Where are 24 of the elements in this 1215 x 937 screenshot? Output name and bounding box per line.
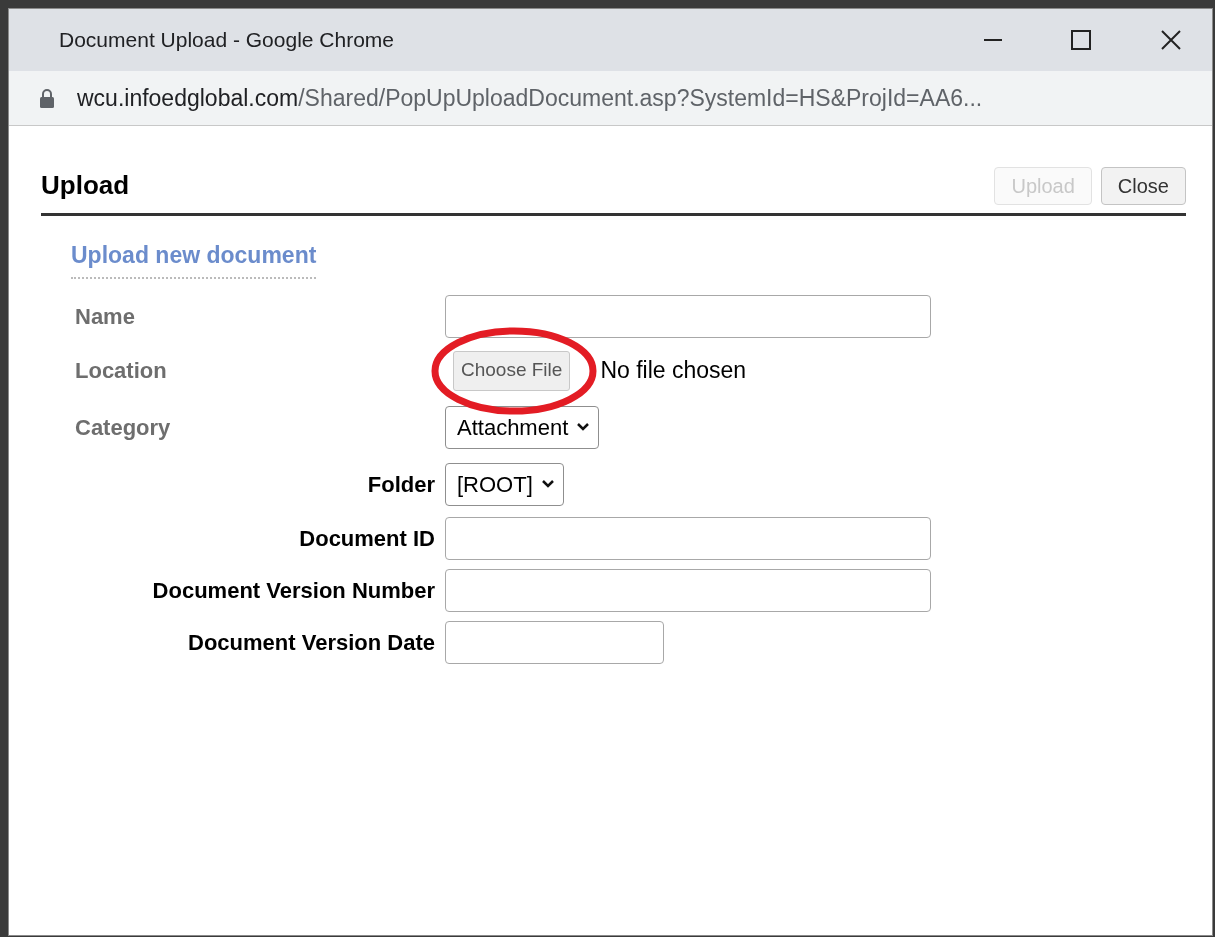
field-label: Document Version Number bbox=[151, 577, 436, 605]
lock-icon bbox=[39, 88, 55, 108]
field-label: Name bbox=[75, 303, 136, 331]
field-label: Document ID bbox=[298, 525, 436, 553]
dropdown[interactable]: [ROOT] bbox=[445, 462, 564, 506]
field-label: Category bbox=[75, 413, 172, 442]
page-title: Upload bbox=[41, 169, 130, 202]
text-field[interactable] bbox=[445, 569, 931, 612]
field-label: Location bbox=[75, 357, 168, 385]
text-field[interactable] bbox=[445, 295, 931, 338]
window-title: Document Upload - Google Chrome bbox=[59, 27, 395, 54]
chevron-down-icon bbox=[576, 422, 591, 432]
text-field[interactable] bbox=[445, 517, 931, 560]
dropdown[interactable]: Attachment bbox=[445, 405, 600, 449]
choose-file-button[interactable]: Choose File bbox=[453, 350, 571, 391]
file-status: No file chosen bbox=[600, 356, 747, 386]
header-button[interactable]: Close bbox=[1100, 166, 1186, 205]
field-label: Folder bbox=[366, 470, 436, 499]
maximize-icon[interactable] bbox=[1070, 29, 1092, 51]
section-title: Upload new document bbox=[71, 238, 317, 279]
field-label: Document Version Date bbox=[187, 629, 436, 657]
text-field[interactable] bbox=[445, 621, 664, 664]
close-icon[interactable] bbox=[1160, 29, 1182, 51]
chevron-down-icon bbox=[540, 479, 555, 489]
